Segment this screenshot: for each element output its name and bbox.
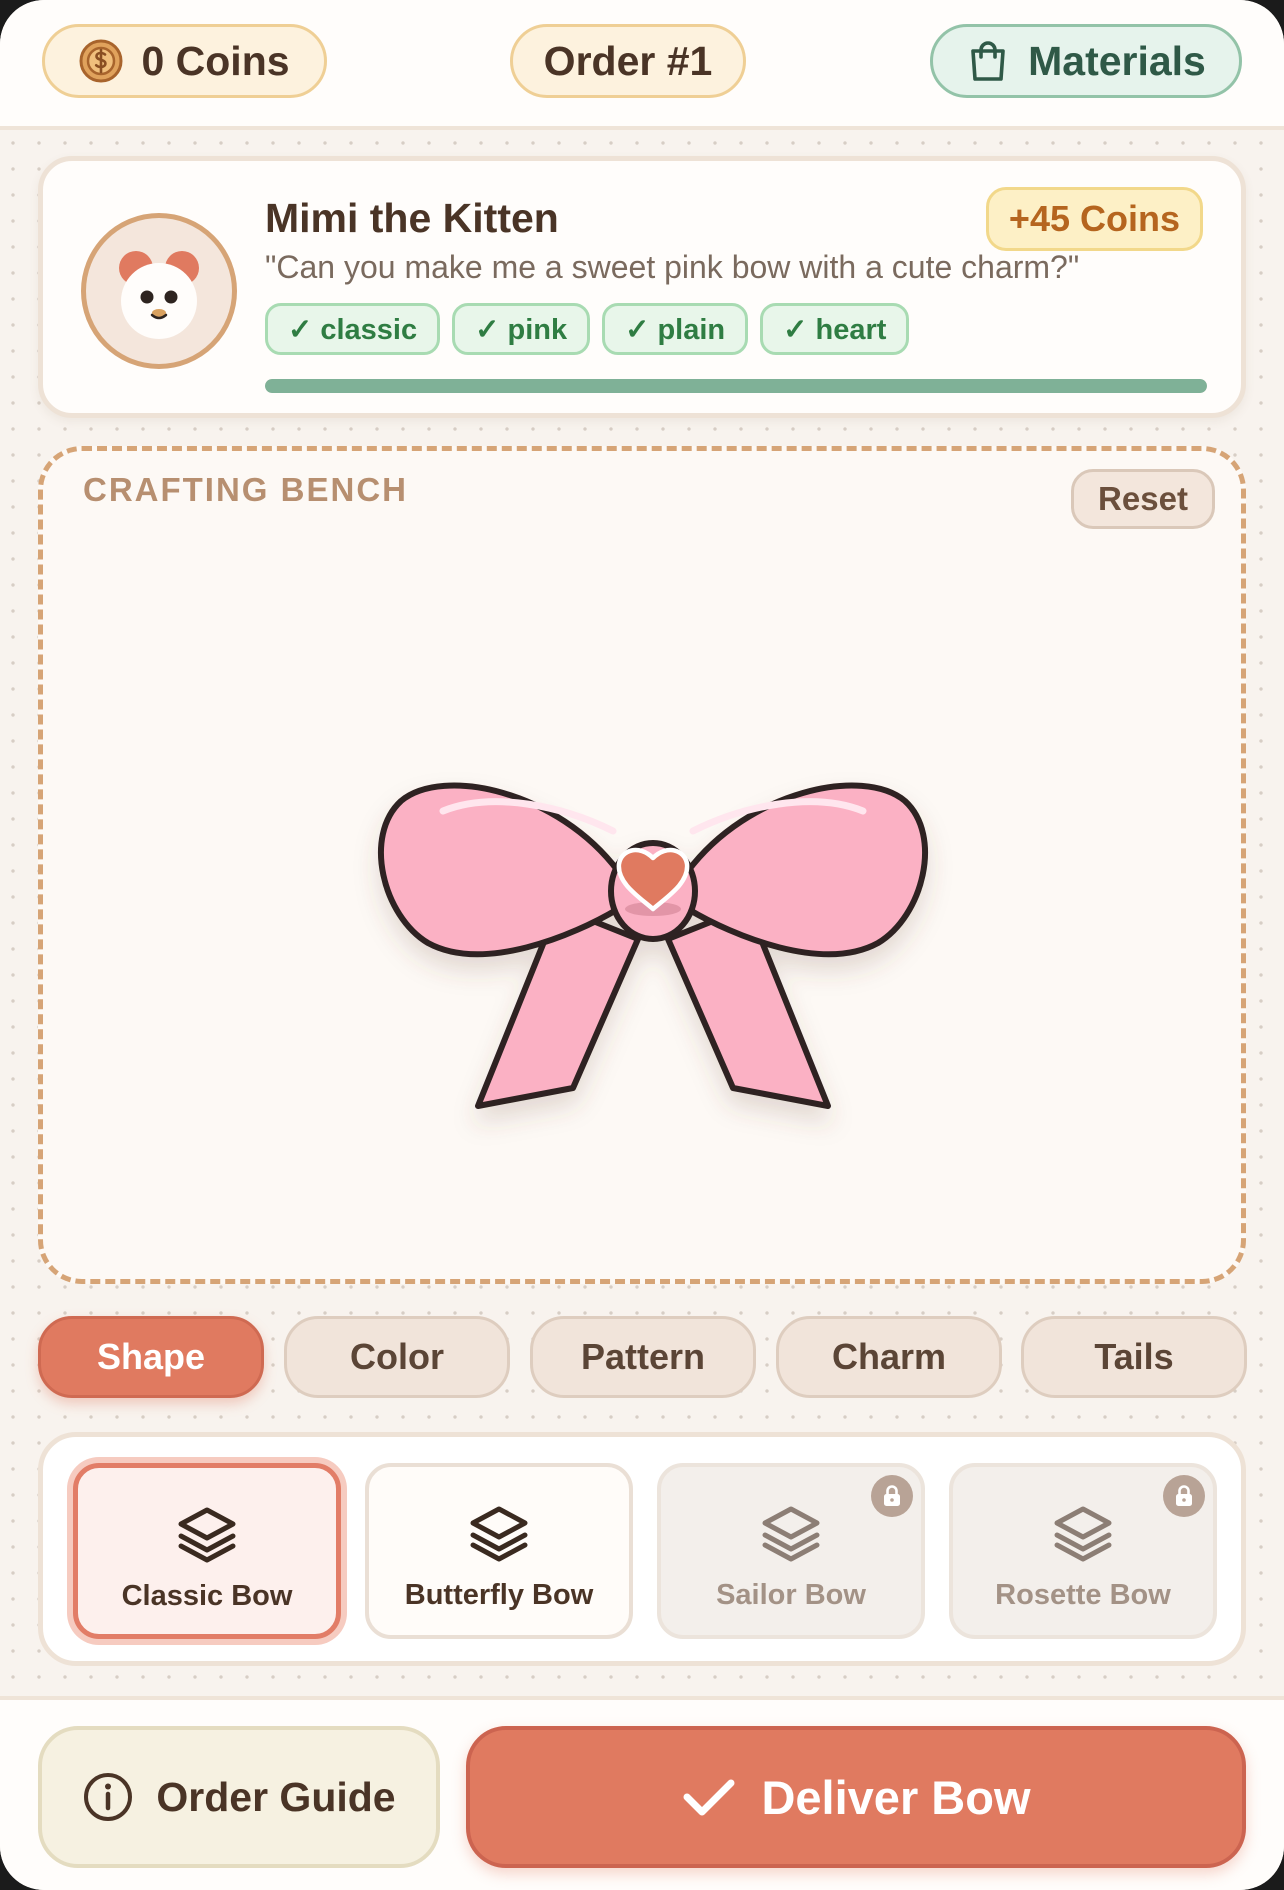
shape-options-panel: Classic Bow Butterfly Bow Sailor Bow Ros… — [38, 1432, 1246, 1666]
bow-preview — [377, 782, 929, 1109]
bottom-action-bar: Order Guide Deliver Bow — [0, 1696, 1284, 1890]
requirement-tag-plain: ✓ plain — [602, 303, 749, 355]
materials-button[interactable]: Materials — [930, 24, 1242, 98]
requirement-tags: ✓ classic ✓ pink ✓ plain ✓ heart — [265, 303, 910, 355]
requirement-tag-pink: ✓ pink — [452, 303, 591, 355]
layers-icon — [762, 1506, 820, 1562]
shopping-bag-icon — [971, 41, 1005, 81]
coins-counter: 0 Coins — [42, 24, 327, 98]
option-butterfly-bow[interactable]: Butterfly Bow — [365, 1463, 633, 1639]
layers-icon — [470, 1506, 528, 1562]
option-label: Rosette Bow — [995, 1579, 1171, 1611]
tab-tails[interactable]: Tails — [1021, 1316, 1247, 1398]
tab-pattern[interactable]: Pattern — [530, 1316, 756, 1398]
top-bar: 0 Coins Order #1 Materials — [0, 0, 1284, 130]
bow-loop-right — [685, 782, 929, 958]
customer-order-card: Mimi the Kitten +45 Coins "Can you make … — [38, 156, 1246, 418]
reward-badge: +45 Coins — [985, 187, 1203, 251]
option-label: Sailor Bow — [716, 1579, 866, 1611]
bench-label: CRAFTING BENCH — [83, 471, 408, 508]
order-guide-button[interactable]: Order Guide — [38, 1726, 440, 1868]
order-progress-bar — [265, 379, 1207, 393]
order-label: Order #1 — [543, 37, 713, 84]
option-classic-bow[interactable]: Classic Bow — [73, 1463, 341, 1639]
layers-icon — [178, 1507, 236, 1563]
checkmark-icon — [683, 1779, 735, 1816]
order-number: Order #1 — [510, 24, 746, 98]
customer-name: Mimi the Kitten — [265, 195, 559, 241]
requirement-tag-heart: ✓ heart — [760, 303, 910, 355]
crafting-bench: CRAFTING BENCH Reset — [38, 446, 1246, 1284]
materials-label: Materials — [1028, 37, 1206, 84]
customer-quote: "Can you make me a sweet pink bow with a… — [265, 249, 1080, 285]
info-icon — [84, 1773, 133, 1821]
tab-shape[interactable]: Shape — [38, 1316, 264, 1398]
tab-color[interactable]: Color — [284, 1316, 510, 1398]
tab-charm[interactable]: Charm — [776, 1316, 1002, 1398]
option-label: Classic Bow — [121, 1580, 293, 1612]
deliver-bow-label: Deliver Bow — [761, 1770, 1031, 1824]
option-rosette-bow[interactable]: Rosette Bow — [949, 1463, 1217, 1639]
lock-icon — [1163, 1475, 1205, 1517]
bow-loop-left — [377, 782, 621, 958]
coin-icon — [79, 39, 123, 83]
option-label: Butterfly Bow — [404, 1579, 594, 1611]
option-sailor-bow[interactable]: Sailor Bow — [657, 1463, 925, 1639]
deliver-bow-button[interactable]: Deliver Bow — [466, 1726, 1246, 1868]
layers-icon — [1054, 1506, 1112, 1562]
app-screen: 0 Coins Order #1 Materials Mimi the Kitt… — [0, 0, 1284, 1890]
order-guide-label: Order Guide — [156, 1773, 396, 1820]
lock-icon — [871, 1475, 913, 1517]
kitten-avatar — [81, 213, 237, 369]
reset-button[interactable]: Reset — [1071, 469, 1215, 529]
requirement-tag-classic: ✓ classic — [265, 303, 441, 355]
order-progress-fill — [265, 379, 1207, 393]
kitten-icon — [119, 251, 199, 339]
coins-label: 0 Coins — [141, 37, 290, 84]
